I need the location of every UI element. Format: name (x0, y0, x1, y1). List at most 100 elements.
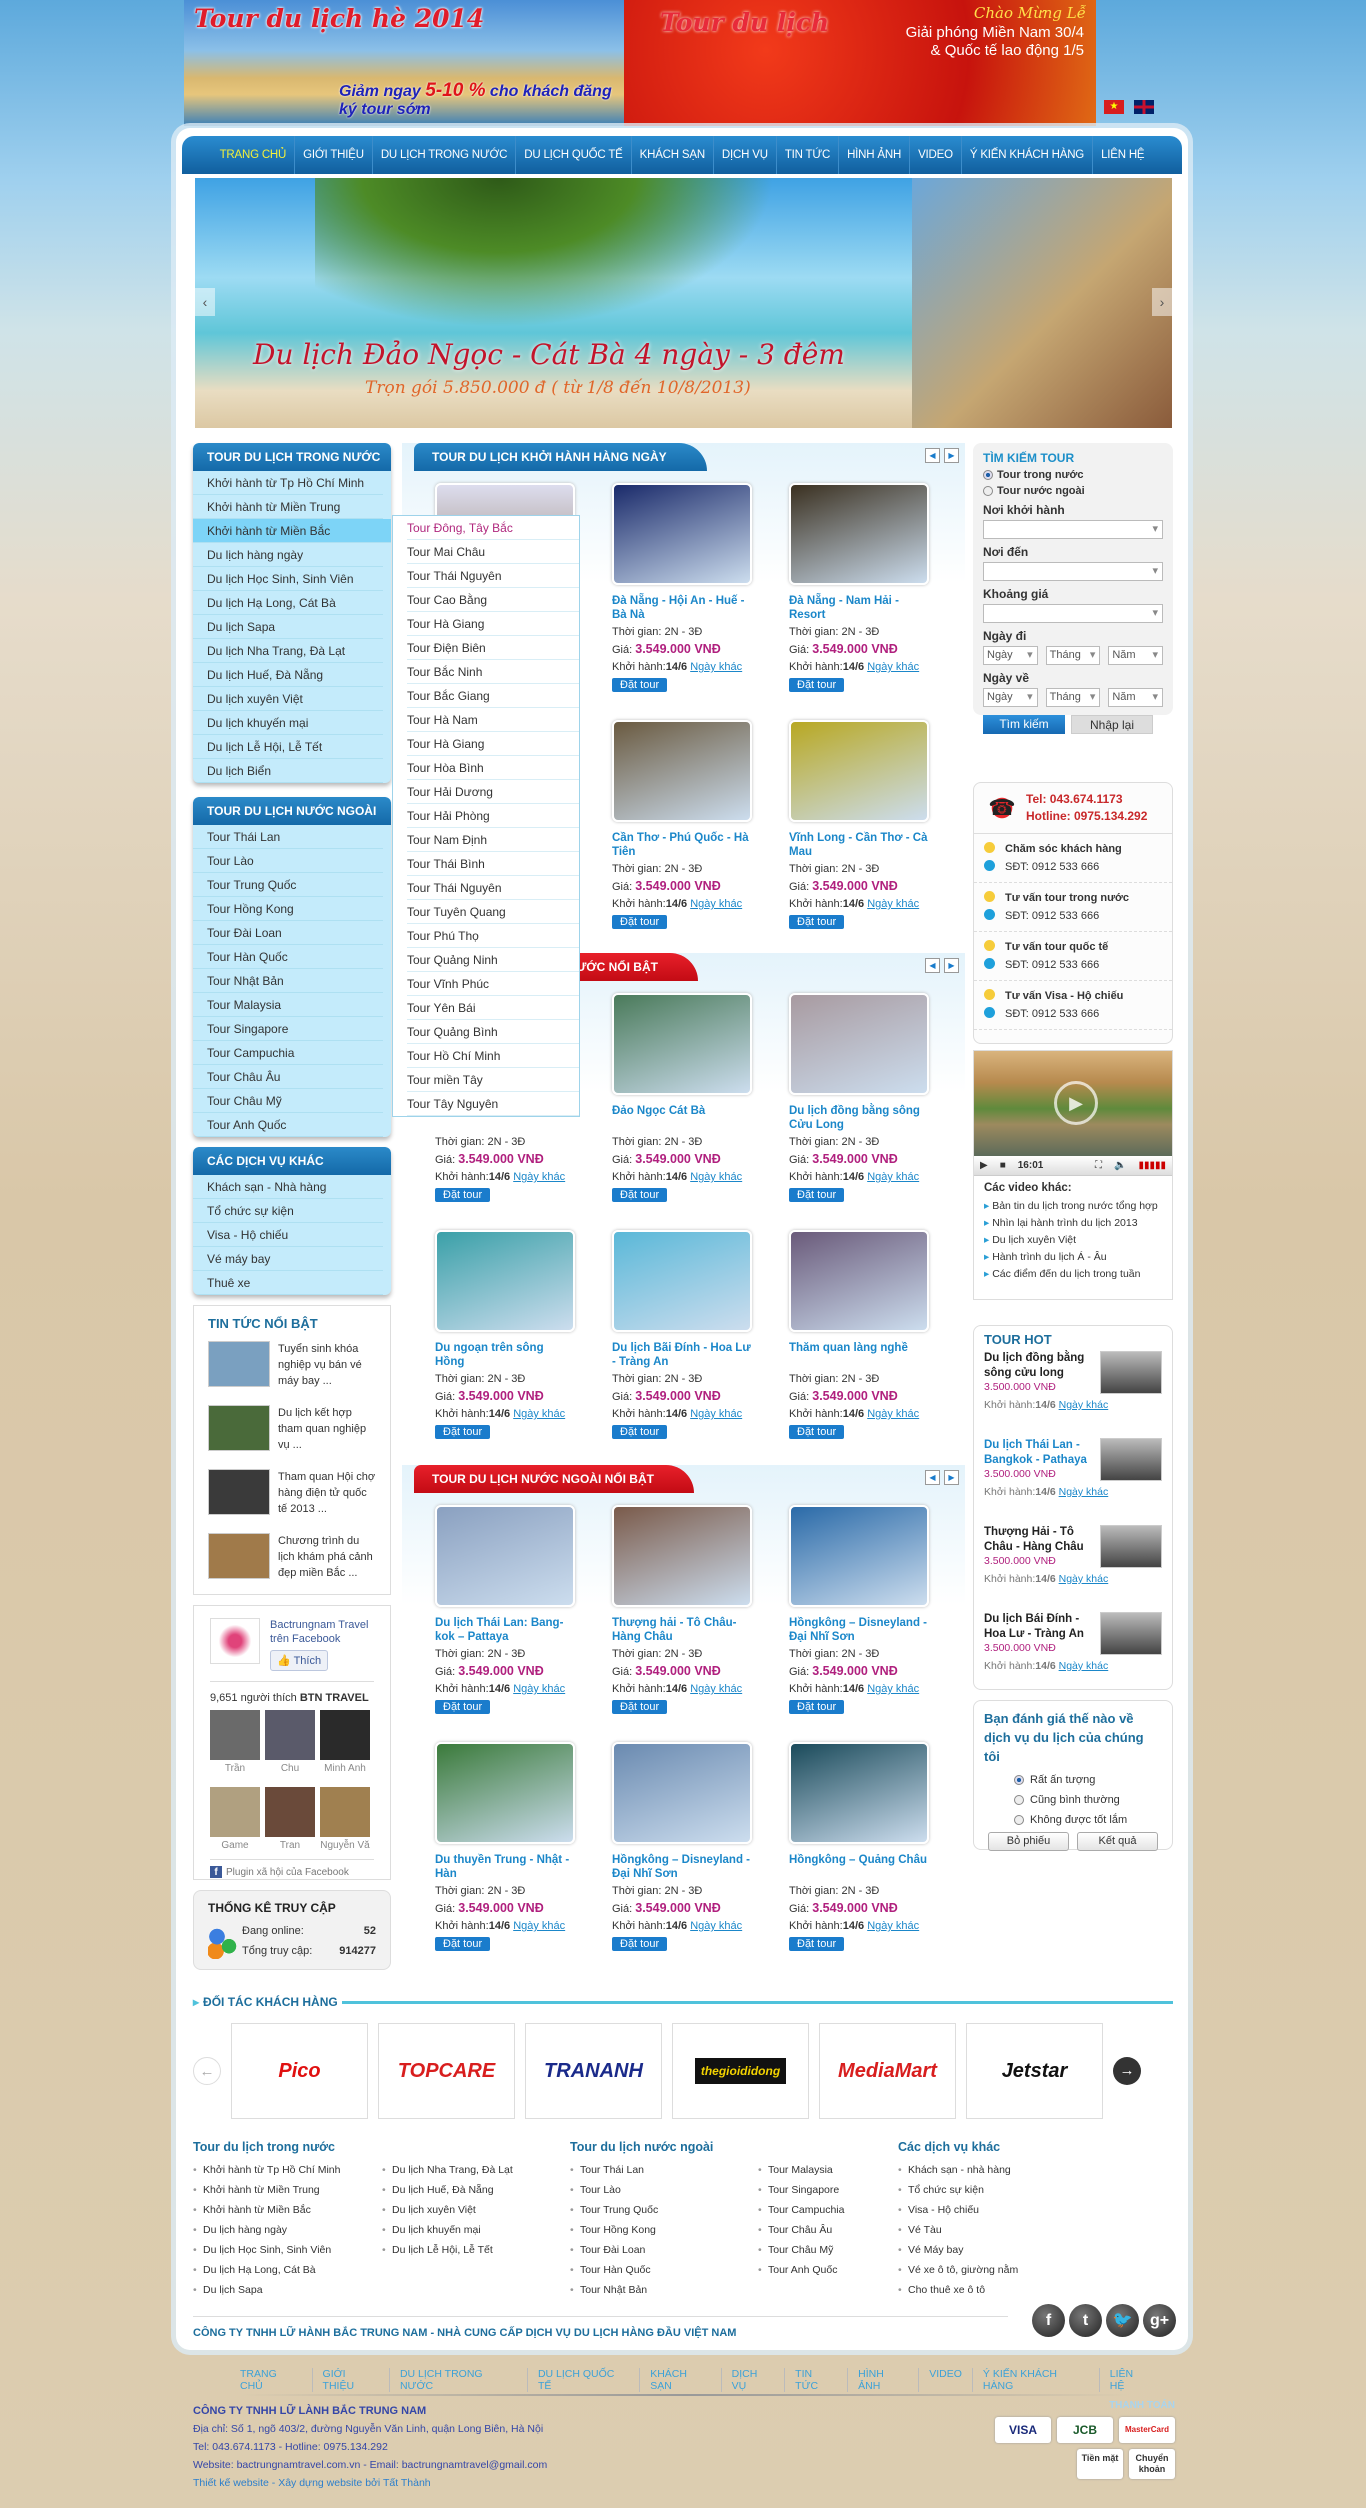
fan-item[interactable]: Minh Anh (320, 1710, 370, 1782)
stop-button[interactable]: ■ (1000, 1160, 1006, 1171)
tour-image[interactable] (789, 1742, 929, 1844)
nav-item[interactable]: KHÁCH SẠN (632, 136, 714, 174)
poll-option[interactable]: Cũng bình thường (1014, 1790, 1162, 1810)
footer-link[interactable]: Tour Trung Quốc (570, 2200, 713, 2220)
nav-item[interactable]: DU LỊCH TRONG NƯỚC (373, 136, 517, 174)
submenu-item[interactable]: Tour Vĩnh Phúc (407, 972, 579, 996)
fan-item[interactable]: Trần (210, 1710, 260, 1782)
tour-title[interactable]: Đà Nẵng - Nam Hải - Resort (789, 594, 929, 624)
tour-title[interactable]: Thăm quan làng nghề (789, 1341, 929, 1371)
footer-link[interactable]: Du lịch Hạ Long, Cát Bà (193, 2260, 340, 2280)
next-arrow-icon[interactable]: ▶ (944, 1470, 959, 1485)
tour-title[interactable]: Du ngoạn trên sông Hồng (435, 1341, 575, 1371)
fan-avatar[interactable] (265, 1710, 315, 1760)
sidebar-item[interactable]: Du lịch Lễ Hội, Lễ Tết (193, 735, 383, 759)
submenu-item[interactable]: Tour Đông, Tây Bắc (407, 516, 579, 540)
tour-card[interactable]: Du lịch Bãi Đính - Hoa Lư - Tràng An Thờ… (612, 1230, 752, 1467)
hot-tour-item[interactable]: Du lịch Thái Lan - Bangkok - Pathaya 3.50… (984, 1438, 1162, 1521)
other-dates-link[interactable]: Ngày khác (690, 1920, 742, 1932)
news-link[interactable]: Chương trình du lịch khám phá cảnh đẹp m… (278, 1533, 376, 1587)
footer-link[interactable]: Tour Hàn Quốc (570, 2260, 713, 2280)
other-dates-link[interactable]: Ngày khác (1059, 1486, 1109, 1498)
nav-item[interactable]: Ý KIẾN KHÁCH HÀNG (962, 136, 1094, 174)
poll-option[interactable]: Không được tốt lắm (1014, 1810, 1162, 1830)
footer-link[interactable]: Visa - Hộ chiếu (898, 2200, 1018, 2220)
submenu-item[interactable]: Tour Thái Nguyên (407, 564, 579, 588)
footer-link[interactable]: Du lịch Huế, Đà Nẵng (382, 2180, 513, 2200)
hot-tour-name[interactable]: Thượng Hải - Tô Châu - Hàng Châu (984, 1525, 1094, 1555)
other-dates-link[interactable]: Ngày khác (513, 1683, 565, 1695)
other-dates-link[interactable]: Ngày khác (1059, 1399, 1109, 1411)
submenu-item[interactable]: Tour Phú Thọ (407, 924, 579, 948)
submenu-item[interactable]: Tour Quảng Ninh (407, 948, 579, 972)
tour-image[interactable] (612, 1230, 752, 1332)
hot-tour-name[interactable]: Du lịch đồng bằng sông cửu long (984, 1351, 1094, 1381)
book-tour-button[interactable]: Đặt tour (612, 1937, 668, 1951)
tour-image[interactable] (612, 1742, 752, 1844)
submenu-item[interactable]: Tour Thái Nguyên (407, 876, 579, 900)
hot-tour-image[interactable] (1100, 1525, 1162, 1568)
other-dates-link[interactable]: Ngày khác (513, 1920, 565, 1932)
submenu-item[interactable]: Tour Yên Bái (407, 996, 579, 1020)
news-item[interactable]: Chương trình du lịch khám phá cảnh đẹp m… (208, 1533, 376, 1587)
footer-link[interactable]: Vé Máy bay (898, 2240, 1018, 2260)
hot-tour-name[interactable]: Du lịch Thái Lan - Bangkok - Pathaya (984, 1438, 1094, 1468)
skype-icon[interactable] (984, 909, 995, 920)
tour-image[interactable] (435, 1230, 575, 1332)
volume-slider[interactable]: ▮▮▮▮▮ (1138, 1160, 1166, 1171)
news-thumbnail[interactable] (208, 1533, 270, 1579)
tour-image[interactable] (612, 483, 752, 585)
tour-title[interactable]: Vĩnh Long - Cần Thơ - Cà Mau (789, 831, 929, 861)
tour-image[interactable] (789, 993, 929, 1095)
news-link[interactable]: Tuyển sinh khóa nghiệp vụ bán vé máy bay… (278, 1341, 376, 1395)
footer-link[interactable]: Du lịch hàng ngày (193, 2220, 340, 2240)
nav-item[interactable]: DU LỊCH QUỐC TẾ (516, 136, 632, 174)
other-dates-link[interactable]: Ngày khác (690, 661, 742, 673)
hot-tour-image[interactable] (1100, 1438, 1162, 1481)
search-button[interactable]: Tìm kiếm (983, 715, 1065, 734)
return-year-select[interactable]: Năm (1108, 688, 1164, 707)
domestic-radio[interactable]: Tour trong nước (983, 469, 1163, 481)
sidebar-item[interactable]: Du lịch Nha Trang, Đà Lạt (193, 639, 383, 663)
to-select[interactable] (983, 562, 1163, 581)
depart-month-select[interactable]: Tháng (1045, 646, 1101, 665)
nav-item[interactable]: DỊCH VỤ (714, 136, 777, 174)
news-link[interactable]: Tham quan Hội chợ hàng điện tử quốc tế 2… (278, 1469, 376, 1523)
play-button[interactable]: ▶ (980, 1160, 988, 1171)
book-tour-button[interactable]: Đặt tour (612, 915, 668, 929)
hot-tour-item[interactable]: Du lịch đồng bằng sông cửu long 3.500.000… (984, 1351, 1162, 1434)
partner-logo[interactable]: TOPCARE (378, 2023, 515, 2119)
submenu-item[interactable]: Tour Hà Nam (407, 708, 579, 732)
submenu-item[interactable]: Tour Hòa Bình (407, 756, 579, 780)
price-select[interactable] (983, 604, 1163, 623)
designer-credit[interactable]: Thiết kế website - Xây dựng website bởi … (193, 2474, 547, 2492)
book-tour-button[interactable]: Đặt tour (789, 1425, 845, 1439)
sidebar-item[interactable]: Tour Châu Âu (193, 1065, 383, 1089)
slider-prev-button[interactable]: ‹ (195, 288, 215, 316)
sidebar-item[interactable]: Tour Hồng Kong (193, 897, 383, 921)
other-dates-link[interactable]: Ngày khác (1059, 1573, 1109, 1585)
book-tour-button[interactable]: Đặt tour (789, 1188, 845, 1202)
results-button[interactable]: Kết quả (1077, 1832, 1158, 1851)
vietnam-flag-icon[interactable]: ★ (1104, 100, 1124, 114)
news-link[interactable]: Du lịch kết hợp tham quan nghiệp vụ ... (278, 1405, 376, 1459)
footer-nav-item[interactable]: TRANG CHỦ (230, 2368, 313, 2392)
footer-nav-item[interactable]: VIDEO (919, 2368, 973, 2392)
tour-card[interactable]: Đà Nẵng - Hội An - Huế - Bà Nà Thời gian… (612, 483, 752, 720)
sidebar-item[interactable]: Tour Singapore (193, 1017, 383, 1041)
book-tour-button[interactable]: Đặt tour (789, 915, 845, 929)
fan-item[interactable]: Game (210, 1787, 260, 1859)
other-dates-link[interactable]: Ngày khác (690, 1408, 742, 1420)
tour-title[interactable]: Hồngkông – Disneyland - Đại Nhĩ Sơn (612, 1853, 752, 1883)
fullscreen-icon[interactable]: ⛶ (1095, 1160, 1102, 1171)
video-link[interactable]: Các điểm đến du lịch trong tuần (984, 1266, 1162, 1283)
book-tour-button[interactable]: Đặt tour (612, 678, 668, 692)
news-item[interactable]: Tuyển sinh khóa nghiệp vụ bán vé máy bay… (208, 1341, 376, 1395)
sidebar-item[interactable]: Khởi hành từ Tp Hồ Chí Minh (193, 471, 383, 495)
sidebar-item[interactable]: Du lịch khuyến mại (193, 711, 383, 735)
other-dates-link[interactable]: Ngày khác (867, 1920, 919, 1932)
sidebar-item[interactable]: Tour Anh Quốc (193, 1113, 383, 1137)
other-dates-link[interactable]: Ngày khác (513, 1171, 565, 1183)
submenu-item[interactable]: Tour Bắc Ninh (407, 660, 579, 684)
sidebar-item[interactable]: Tour Malaysia (193, 993, 383, 1017)
